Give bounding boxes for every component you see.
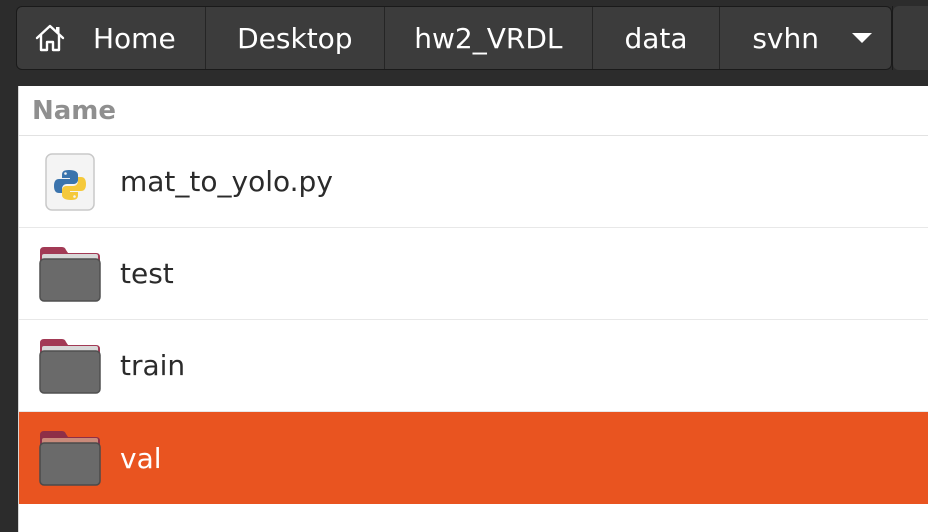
breadcrumb-hw2-vrdl[interactable]: hw2_VRDL xyxy=(385,7,593,69)
breadcrumb-desktop-label: Desktop xyxy=(237,21,353,55)
breadcrumb-data[interactable]: data xyxy=(593,7,721,69)
breadcrumb-home[interactable]: Home xyxy=(17,7,206,69)
pathbar-overflow xyxy=(892,6,928,70)
breadcrumb-svhn-label: svhn xyxy=(752,21,819,55)
breadcrumb-data-label: data xyxy=(624,21,688,55)
list-item[interactable]: mat_to_yolo.py xyxy=(19,136,928,228)
file-list: Name mat_to_yolo.py test train val xyxy=(18,86,928,532)
python-file-icon xyxy=(19,152,120,212)
breadcrumb-svhn[interactable]: svhn xyxy=(720,7,891,69)
breadcrumb-hw2-vrdl-label: hw2_VRDL xyxy=(414,21,563,55)
column-header-name[interactable]: Name xyxy=(19,86,928,136)
file-manager-window: Home Desktop hw2_VRDL data svhn Name mat… xyxy=(0,0,928,532)
folder-name: test xyxy=(120,257,174,290)
home-icon xyxy=(33,21,67,55)
folder-icon xyxy=(19,337,120,395)
list-item[interactable]: train xyxy=(19,320,928,412)
folder-icon xyxy=(19,429,120,487)
breadcrumb: Home Desktop hw2_VRDL data svhn xyxy=(16,6,892,70)
breadcrumb-desktop[interactable]: Desktop xyxy=(206,7,386,69)
folder-icon xyxy=(19,245,120,303)
folder-name: train xyxy=(120,349,186,382)
list-empty-area[interactable] xyxy=(19,504,928,532)
pathbar-overflow-stub xyxy=(893,6,928,70)
folder-name: val xyxy=(120,441,162,475)
list-item[interactable]: test xyxy=(19,228,928,320)
breadcrumb-home-label: Home xyxy=(93,21,176,55)
chevron-down-icon[interactable] xyxy=(851,31,873,45)
file-name: mat_to_yolo.py xyxy=(120,165,333,198)
list-item-selected[interactable]: val xyxy=(19,412,928,504)
